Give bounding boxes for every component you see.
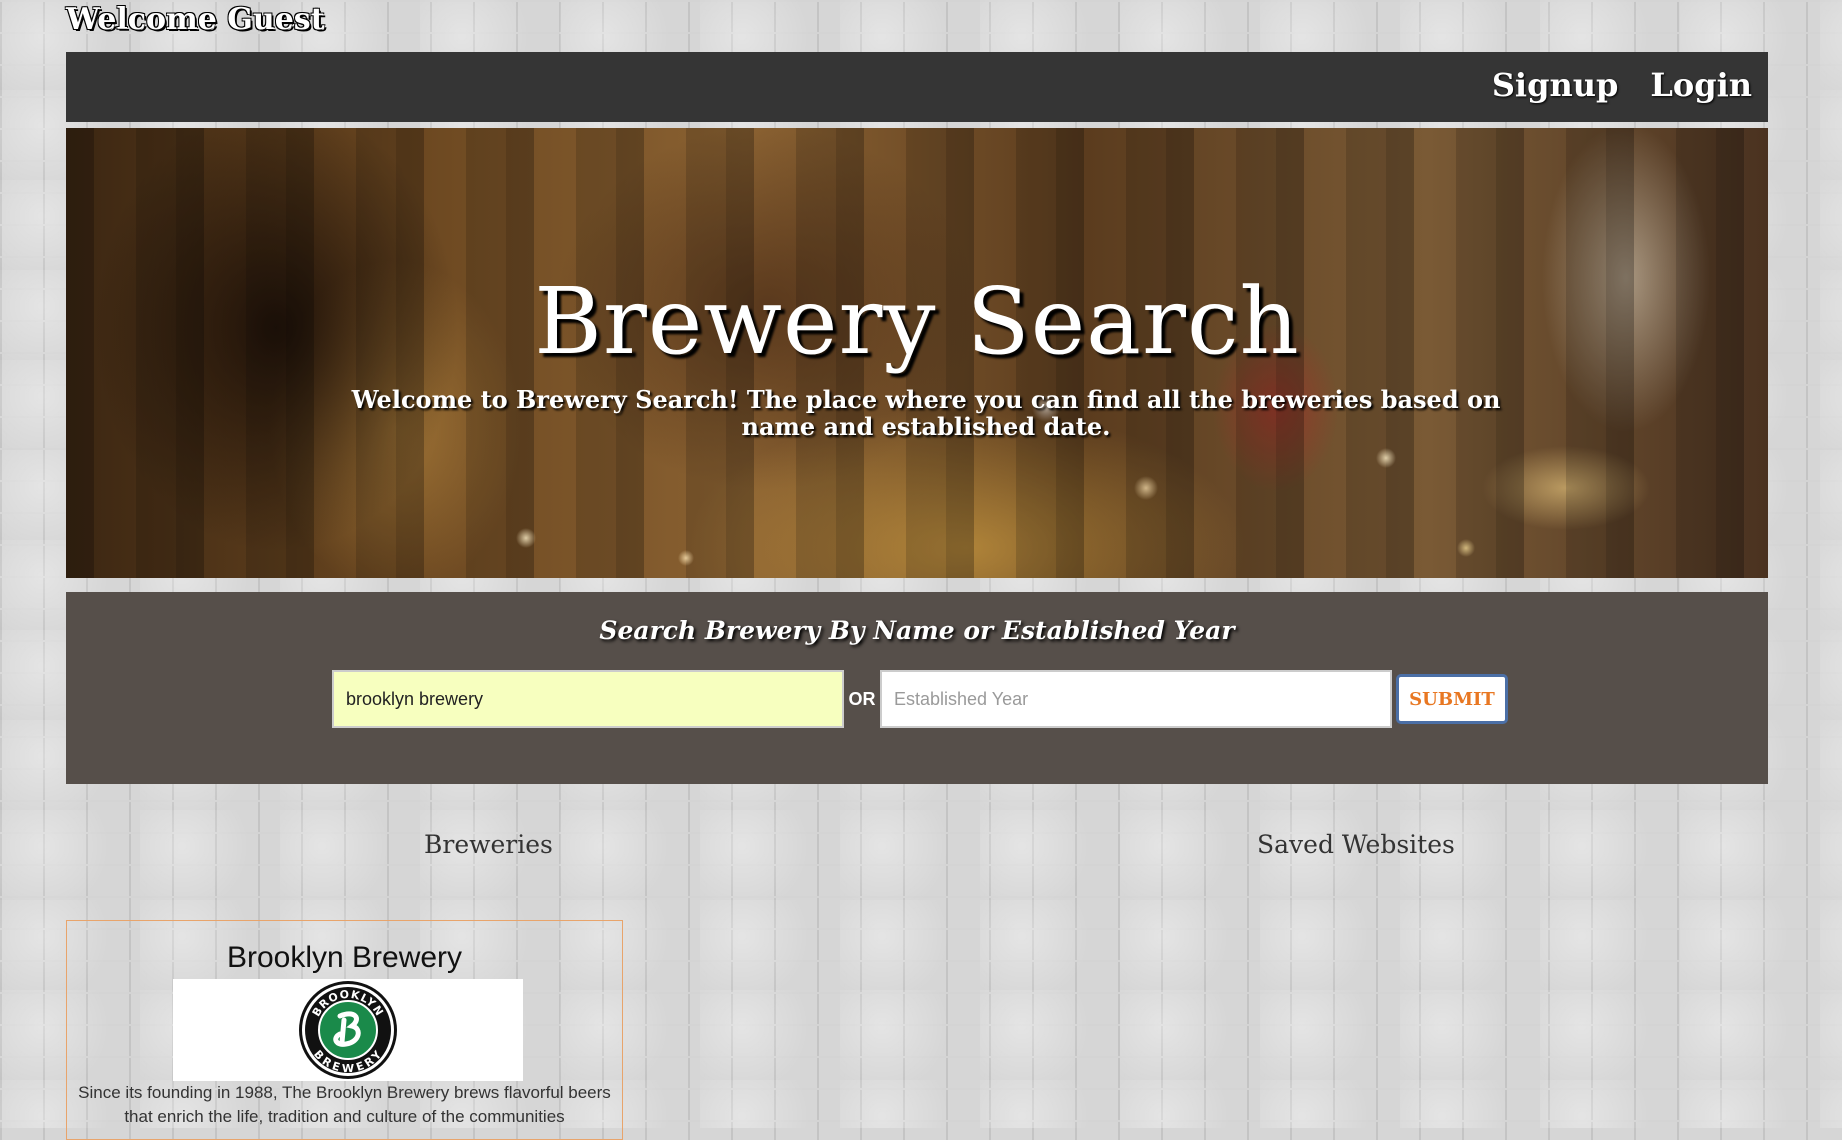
established-year-input[interactable] — [880, 670, 1392, 728]
saved-websites-heading: Saved Websites — [1257, 830, 1455, 859]
login-link[interactable]: Login — [1650, 66, 1752, 104]
submit-button[interactable]: SUBMIT — [1396, 674, 1508, 724]
brewery-description: Since its founding in 1988, The Brooklyn… — [78, 1083, 611, 1126]
hero-subtitle: Welcome to Brewery Search! The place whe… — [351, 385, 1501, 441]
nav-links: Signup Login — [1492, 66, 1752, 104]
brewery-logo: BROOKLYN BREWERY — [173, 979, 523, 1081]
top-navbar: Signup Login — [66, 52, 1768, 122]
search-panel: Search Brewery By Name or Established Ye… — [66, 592, 1768, 784]
breweries-heading: Breweries — [424, 830, 553, 859]
brooklyn-brewery-logo: BROOKLYN BREWERY — [299, 981, 397, 1079]
brewery-card[interactable]: Brooklyn Brewery BROOKLYN BREWERY Since … — [66, 920, 623, 1140]
brewery-name-input[interactable] — [332, 670, 844, 728]
brewery-name: Brooklyn Brewery — [226, 941, 463, 974]
or-label: OR — [848, 688, 876, 709]
search-form: OR SUBMIT — [332, 670, 1508, 728]
welcome-message: Welcome Guest — [66, 2, 325, 37]
hero-banner: Brewery Search Welcome to Brewery Search… — [66, 128, 1768, 578]
search-heading: Search Brewery By Name or Established Ye… — [599, 616, 1235, 645]
signup-link[interactable]: Signup — [1492, 66, 1619, 104]
hero-title: Brewery Search — [534, 268, 1300, 375]
